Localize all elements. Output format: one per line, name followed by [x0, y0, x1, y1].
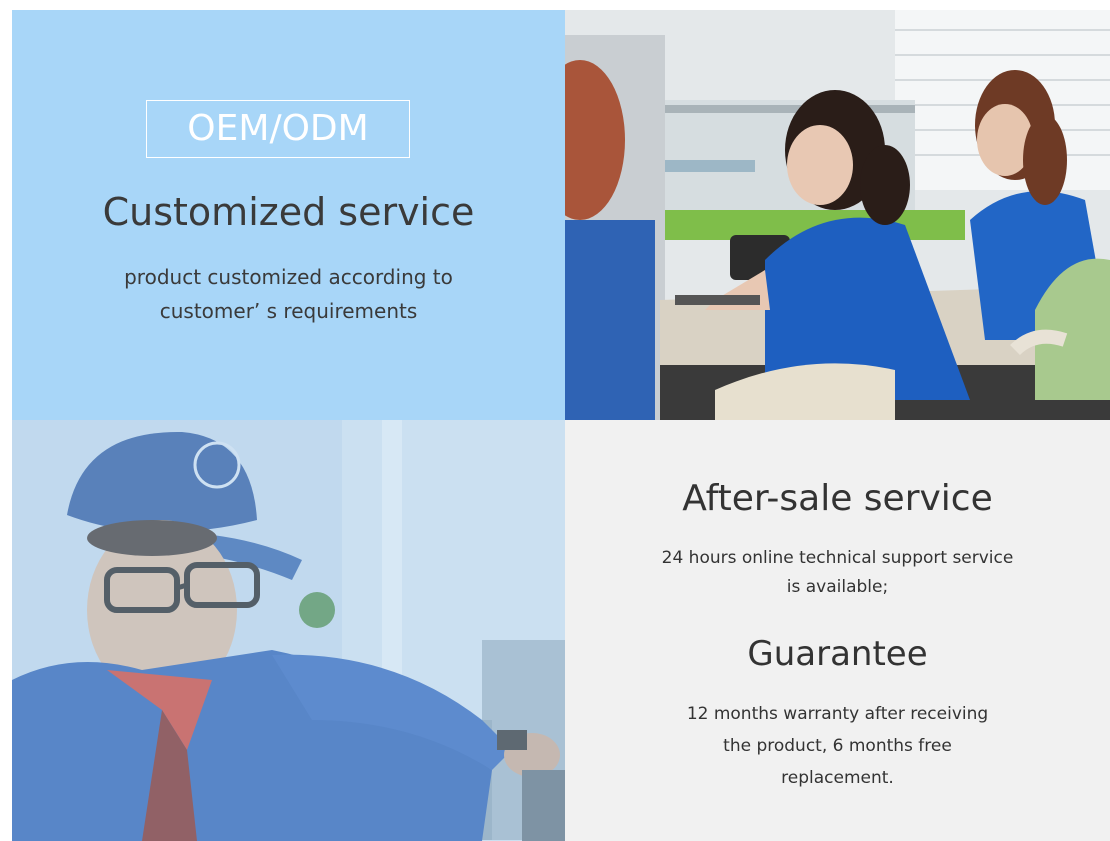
customized-service-description: product customized according to customer…: [12, 260, 565, 328]
after-sale-description-line: is available;: [786, 577, 889, 597]
oem-odm-badge: OEM/ODM: [146, 100, 410, 158]
service-grid: OEM/ODM Customized service product custo…: [12, 10, 1110, 841]
after-sale-title: After-sale service: [682, 478, 993, 519]
customized-service-description-line: customer’ s requirements: [159, 299, 418, 323]
customized-service-description-line: product customized according to: [124, 265, 453, 289]
worker-photo: [12, 420, 565, 841]
office-staff-photo: [565, 10, 1110, 420]
photo-overlay: [12, 420, 565, 841]
guarantee-description-line: 12 months warranty after receiving: [686, 704, 989, 724]
guarantee-description-line: the product, 6 months free: [723, 736, 952, 756]
guarantee-description: 12 months warranty after receiving the p…: [565, 698, 1110, 794]
office-staff-illustration: [565, 10, 1110, 420]
customized-service-title: Customized service: [102, 190, 475, 234]
after-sale-description: 24 hours online technical support servic…: [565, 544, 1110, 602]
guarantee-description-line: replacement.: [781, 768, 894, 788]
after-sale-guarantee-panel: After-sale service 24 hours online techn…: [565, 420, 1110, 841]
customized-service-panel: OEM/ODM Customized service product custo…: [12, 10, 565, 420]
after-sale-description-line: 24 hours online technical support servic…: [661, 548, 1014, 568]
guarantee-title: Guarantee: [747, 634, 928, 674]
